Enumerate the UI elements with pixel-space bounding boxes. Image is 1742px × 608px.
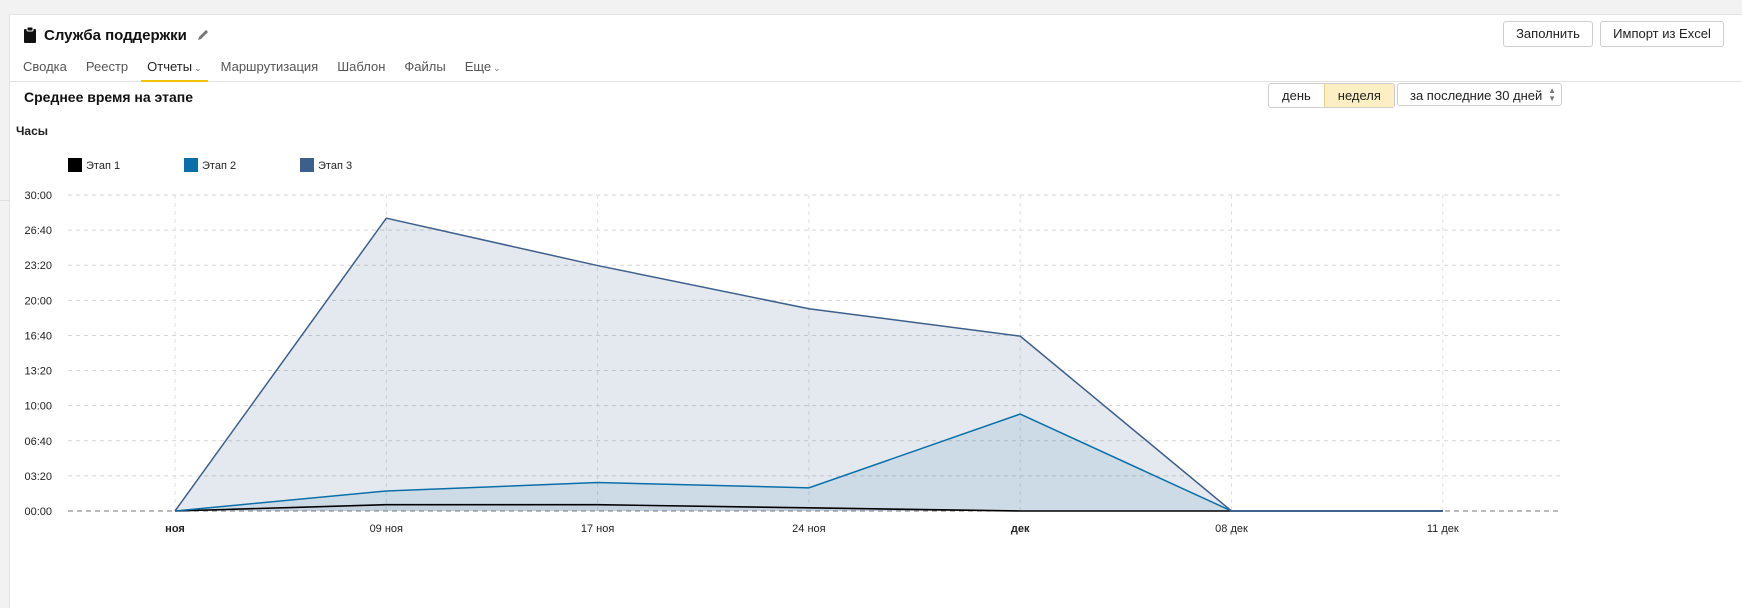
app-window: Служба поддержки Сводка Реестр Отчеты ⌄ М… <box>9 14 1742 608</box>
y-tick-label: 10:00 <box>24 401 52 413</box>
x-tick-label: 09 ноя <box>370 523 403 535</box>
legend-swatch <box>184 158 198 172</box>
x-tick-label: 17 ноя <box>581 523 614 535</box>
y-axis-label: Часы <box>16 124 48 138</box>
legend-label: Этап 2 <box>202 160 236 172</box>
stage-time-chart: Часы Этап 1 Этап 2 Этап 3 00:00 03:20 06:40 10:… <box>16 124 1560 535</box>
legend-label: Этап 1 <box>86 160 120 172</box>
legend-swatch <box>68 158 82 172</box>
x-tick-label: 11 дек <box>1427 523 1459 535</box>
legend-swatch <box>300 158 314 172</box>
legend-label: Этап 3 <box>318 160 352 172</box>
y-tick-label: 23:20 <box>24 260 52 272</box>
y-tick-label: 20:00 <box>24 295 52 307</box>
x-tick-label: 08 дек <box>1215 523 1248 535</box>
y-tick-label: 30:00 <box>24 190 52 202</box>
y-tick-label: 00:00 <box>24 506 52 518</box>
y-tick-label: 26:40 <box>24 225 52 237</box>
x-tick-label: 24 ноя <box>792 523 825 535</box>
side-divider <box>0 200 9 201</box>
y-tick-label: 03:20 <box>24 471 52 483</box>
y-tick-label: 06:40 <box>24 436 52 448</box>
y-tick-label: 16:40 <box>24 330 52 342</box>
y-tick-label: 13:20 <box>24 366 52 378</box>
x-tick-label: ноя <box>165 523 185 535</box>
x-tick-label: дек <box>1011 523 1030 535</box>
